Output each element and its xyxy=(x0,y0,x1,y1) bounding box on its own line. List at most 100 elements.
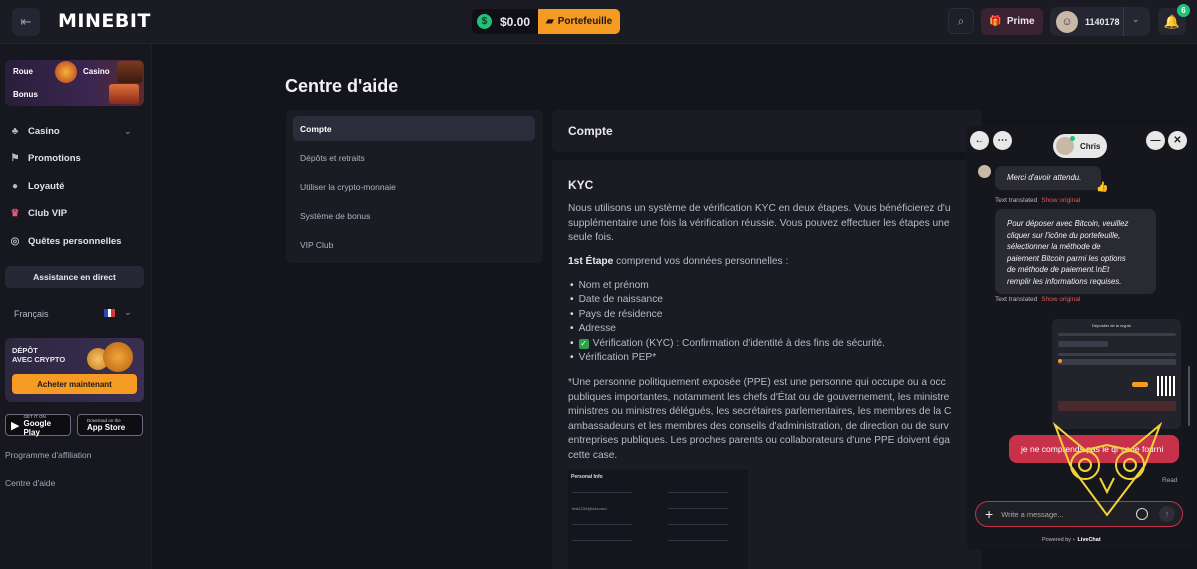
help-category-vip[interactable]: VIP Club xyxy=(293,232,535,257)
sidebar-item-casino[interactable]: ♣ Casino xyxy=(10,126,60,137)
help-category-crypto[interactable]: Utiliser la crypto-monnaie xyxy=(293,174,535,199)
list-item-text: Vérification (KYC) : Confirmation d'iden… xyxy=(592,338,886,349)
emoji-icon[interactable] xyxy=(1136,508,1148,520)
close-icon: ✕ xyxy=(1173,135,1182,146)
wallet-label: Portefeuille xyxy=(557,16,613,27)
show-original-link[interactable]: Show original xyxy=(1041,197,1080,204)
field-line xyxy=(572,524,632,525)
paragraph-line: ambassadeurs et les membres des conseils… xyxy=(568,420,949,432)
sidebar: Roue Casino Bonus ♣ Casino ⌄ ⚑ Promotion… xyxy=(0,44,152,569)
prime-button[interactable]: 🎁 Prime xyxy=(981,8,1043,35)
paragraph-line: ministres ou ministres délégués, les sec… xyxy=(568,406,952,417)
qr-code-icon xyxy=(1157,376,1177,396)
google-play-icon: ▶ xyxy=(11,419,20,432)
step1-description: comprend vos données personnelles : xyxy=(613,256,789,267)
promo-bonus[interactable]: Bonus xyxy=(13,90,38,99)
app-store-button[interactable]: Download on the App Store xyxy=(77,414,143,436)
article-content: KYC Nous utilisons un système de vérific… xyxy=(552,160,982,569)
agent-message: Merci d'avoir attendu. xyxy=(995,166,1101,190)
attached-screenshot[interactable]: Dépositer de la crypto xyxy=(1052,319,1181,429)
search-button[interactable]: ⌕ xyxy=(948,8,974,34)
chat-minimize-button[interactable]: — xyxy=(1146,131,1165,150)
affiliate-program-link[interactable]: Programme d'affiliation xyxy=(5,450,92,460)
buy-now-button[interactable]: Acheter maintenant xyxy=(12,374,137,394)
list-item: Pays de résidence xyxy=(570,309,663,320)
screenshot-warning xyxy=(1058,401,1176,411)
wheel-icon xyxy=(55,61,77,83)
message-line: remplir les informations requises. xyxy=(1007,276,1122,286)
france-flag-icon xyxy=(104,309,116,317)
crypto-title-line1: DÉPÔT xyxy=(12,346,38,355)
step1-text: 1st Étape comprend vos données personnel… xyxy=(568,255,788,270)
promo-roue[interactable]: Roue xyxy=(13,67,33,76)
sidebar-item-quests[interactable]: ◎ Quêtes personnelles xyxy=(10,236,122,247)
check-icon: ✓ xyxy=(578,339,589,349)
help-category-bonus[interactable]: Système de bonus xyxy=(293,203,535,228)
add-attachment-icon[interactable]: + xyxy=(985,506,993,522)
google-play-button[interactable]: ▶ GET IT ON Google Play xyxy=(5,414,71,437)
help-categories: Compte Dépôts et retraits Utiliser la cr… xyxy=(286,110,543,263)
screenshot-row xyxy=(1058,353,1176,356)
minebit-logo[interactable]: MINEBIT xyxy=(58,10,151,32)
chevron-down-icon[interactable]: ⌄ xyxy=(1132,14,1140,25)
message-field[interactable] xyxy=(1001,509,1122,519)
top-bar: ⇤ MINEBIT $ $0.00 ▰ Portefeuille ⌕ 🎁 Pri… xyxy=(0,0,1197,44)
chat-close-button[interactable]: ✕ xyxy=(1168,131,1187,150)
wallet-balance[interactable]: $ $0.00 xyxy=(472,9,539,34)
help-category-deposits[interactable]: Dépôts et retraits xyxy=(293,145,535,170)
chat-scrollbar[interactable] xyxy=(1188,366,1190,426)
sidebar-item-label: Loyauté xyxy=(28,181,65,192)
sidebar-item-promotions[interactable]: ⚑ Promotions xyxy=(10,153,81,164)
send-button[interactable]: ↑ xyxy=(1159,506,1175,522)
field-line xyxy=(572,492,632,493)
chat-options-button[interactable]: ⋯ xyxy=(993,131,1012,150)
sidebar-item-loyalty[interactable]: ● Loyauté xyxy=(10,181,64,192)
section-title: Compte xyxy=(568,124,613,138)
crypto-title-line2: AVEC CRYPTO xyxy=(12,355,66,364)
live-support-button[interactable]: Assistance en direct xyxy=(5,266,144,288)
screenshot-mark xyxy=(1058,359,1062,363)
wallet-button[interactable]: ▰ Portefeuille xyxy=(538,9,621,34)
list-item: Adresse xyxy=(570,323,616,334)
chat-back-button[interactable]: ← xyxy=(970,131,989,150)
list-item: Vérification PEP* xyxy=(570,352,657,363)
flag-icon: ⚑ xyxy=(10,153,20,164)
promo-casino[interactable]: Casino xyxy=(83,67,110,76)
agent-name: Chris xyxy=(1080,141,1101,151)
translation-note: Text translated Show original xyxy=(995,296,1080,303)
list-item: Nom et prénom xyxy=(570,280,649,291)
screenshot-row xyxy=(1058,359,1176,365)
collapse-arrow-icon: ⇤ xyxy=(20,14,32,29)
message-line: Pour déposer avec Bitcoin, veuillez xyxy=(1007,219,1129,228)
crown-icon: ♛ xyxy=(10,208,20,219)
message-line: cliquer sur l'icône du portefeuille, xyxy=(1007,230,1121,240)
livechat-name[interactable]: LiveChat xyxy=(1077,537,1100,543)
live-chat-widget: ← ⋯ Chris — ✕ Merci d'avoir attendu. 👍 T… xyxy=(966,126,1193,550)
show-original-link[interactable]: Show original xyxy=(1041,296,1080,303)
page-title: Centre d'aide xyxy=(285,76,399,96)
sidebar-collapse-button[interactable]: ⇤ xyxy=(12,8,40,36)
pep-paragraph: *Une personne politiquement exposée (PPE… xyxy=(568,376,951,463)
list-item: Date de naissance xyxy=(570,294,663,305)
divider xyxy=(1123,7,1124,36)
avatar: ☺ xyxy=(1056,10,1078,33)
help-category-account[interactable]: Compte xyxy=(293,116,535,141)
paragraph-line: publiques importantes, notamment les che… xyxy=(568,391,950,403)
sidebar-item-vip[interactable]: ♛ Club VIP xyxy=(10,208,68,219)
field-line xyxy=(668,492,728,493)
chat-message-input: + ↑ xyxy=(975,501,1183,527)
help-center-link[interactable]: Centre d'aide xyxy=(5,478,55,488)
target-icon: ◎ xyxy=(10,236,20,247)
user-menu[interactable]: ☺ 1140178 ⌄ xyxy=(1050,7,1150,36)
translation-note: Text translated Show original xyxy=(995,197,1080,204)
translation-label: Text translated xyxy=(995,296,1038,303)
section-header: Compte xyxy=(552,110,982,152)
balance-amount: $0.00 xyxy=(500,14,531,29)
user-id: 1140178 xyxy=(1085,16,1120,27)
language-label[interactable]: Français xyxy=(14,309,49,319)
paragraph-line: *Une personne politiquement exposée (PPE… xyxy=(568,377,946,388)
chevron-down-icon[interactable]: ⌄ xyxy=(124,307,132,318)
field-line xyxy=(572,540,632,541)
notifications-button[interactable]: 🔔 6 xyxy=(1158,4,1190,35)
chevron-down-icon[interactable]: ⌄ xyxy=(124,126,132,137)
